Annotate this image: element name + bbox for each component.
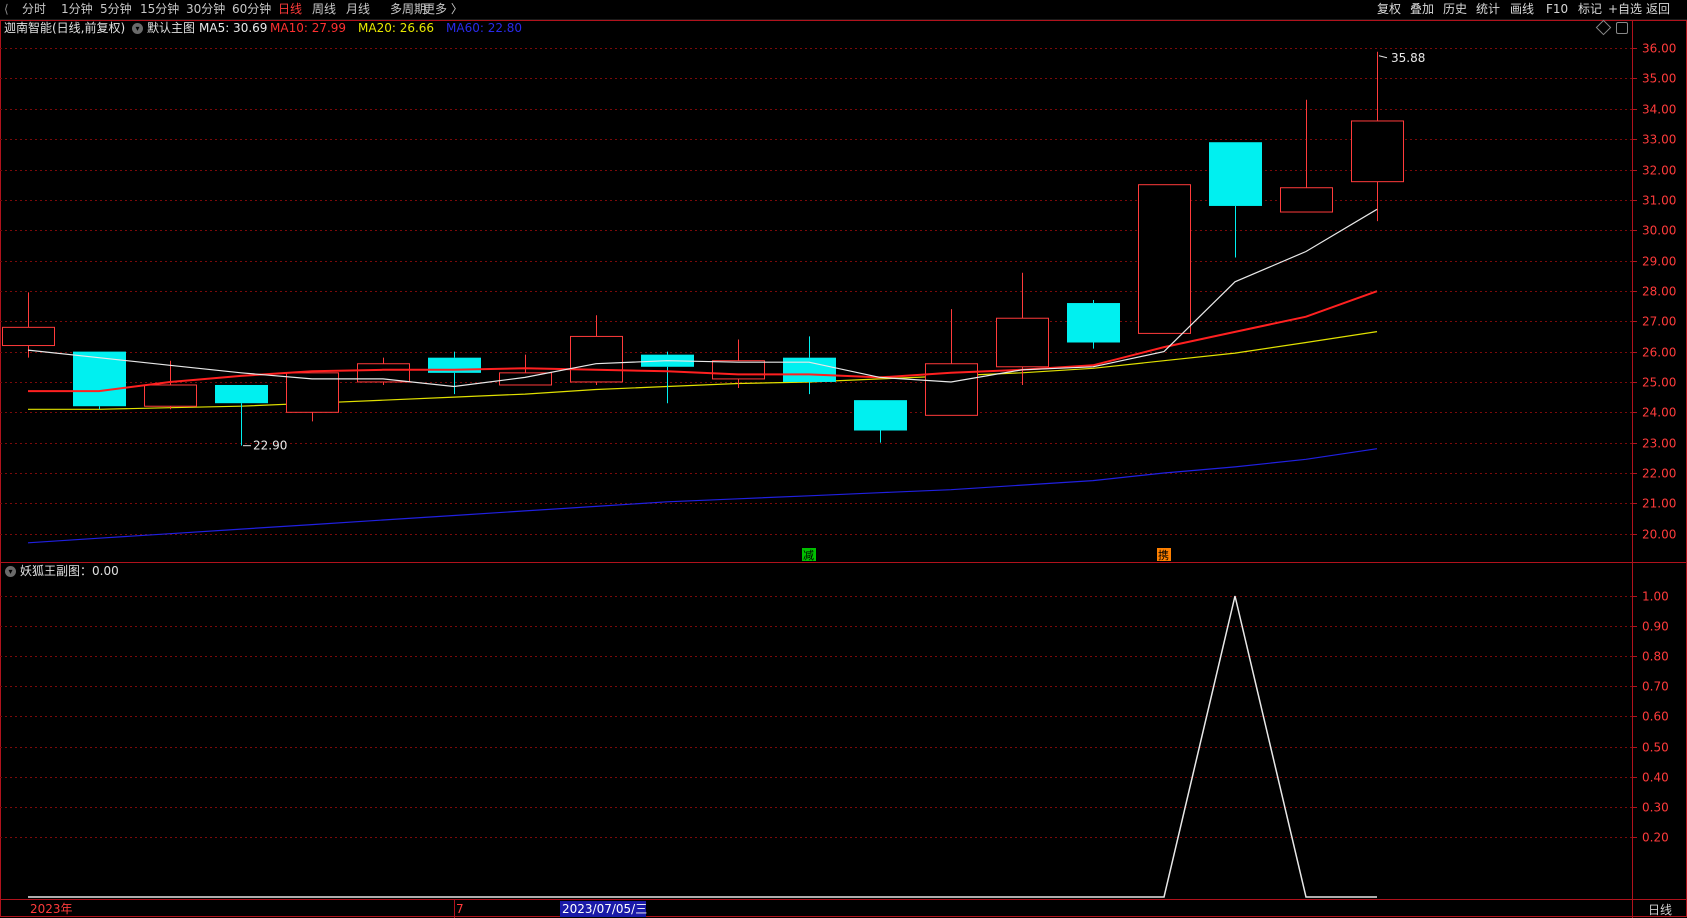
stock-name-label: 迦南智能(日线,前复权) [4, 21, 126, 35]
price-tick-label: 28.00 [1642, 285, 1676, 299]
cursor-date-label: 2023/07/05/三 [562, 902, 647, 916]
candle-body [2, 326, 55, 347]
price-tick-label: 31.00 [1642, 194, 1676, 208]
candle-body [1138, 184, 1191, 334]
sub-tick-label: 0.70 [1642, 680, 1669, 694]
candle-body [144, 384, 197, 407]
price-tick-label: 20.00 [1642, 528, 1676, 542]
ma5-label: MA5: 30.69 [199, 21, 268, 35]
candle-body [712, 360, 765, 380]
ma20-label: MA20: 26.66 [358, 21, 435, 35]
time-axis-year-label: 2023年 [30, 902, 73, 916]
sub-tick-label: 0.80 [1642, 650, 1669, 664]
candle-body [570, 335, 623, 383]
price-tick-label: 32.00 [1642, 164, 1676, 178]
period-label: 日线 [1648, 903, 1672, 917]
sub-tick-label: 0.60 [1642, 710, 1669, 724]
price-tick-label: 33.00 [1642, 133, 1676, 147]
sub-indicator-label: 妖狐王副图：0.00 [20, 564, 119, 578]
sub-tick-label: 0.50 [1642, 741, 1669, 755]
price-tick-label: 27.00 [1642, 315, 1676, 329]
price-tick-label: 23.00 [1642, 437, 1676, 451]
stock-chart: 36.00 35.00 34.00 33.00 32.00 31.00 30.00 29.00… [0, 20, 1687, 918]
price-tick-label: 30.00 [1642, 224, 1676, 238]
high-price-label: 35.88 [1391, 51, 1425, 65]
low-price-label: 22.90 [253, 439, 287, 453]
candle-body [499, 372, 552, 386]
chart-frame [0, 20, 1687, 917]
template-chevron-icon[interactable]: ▾ [132, 23, 143, 34]
candle-body [996, 317, 1049, 368]
sub-tick-label: 0.90 [1642, 620, 1669, 634]
sub-chevron-icon[interactable]: ▾ [5, 566, 16, 577]
window-toggle-icon[interactable] [1616, 22, 1628, 34]
price-tick-label: 21.00 [1642, 497, 1676, 511]
price-tick-label: 22.00 [1642, 467, 1676, 481]
template-label[interactable]: 默认主图 [147, 21, 195, 36]
sub-indicator-line [28, 595, 1377, 898]
ma60-line [27, 448, 1378, 544]
high-pointer [1378, 55, 1388, 59]
price-tick-label: 26.00 [1642, 346, 1676, 360]
candle-body [1280, 187, 1333, 213]
candle-body [1209, 142, 1262, 206]
candle-body [854, 400, 907, 431]
price-tick-label: 35.00 [1642, 72, 1676, 86]
sub-tick-label: 0.20 [1642, 831, 1669, 845]
sub-tick-label: 0.40 [1642, 771, 1669, 785]
candle-body [1067, 303, 1120, 343]
ma10-label: MA10: 27.99 [270, 21, 347, 35]
signal-label: 减 [803, 549, 814, 562]
price-tick-label: 36.00 [1642, 42, 1676, 56]
candle-body [783, 357, 836, 382]
candle-body [215, 384, 268, 404]
price-tick-label: 25.00 [1642, 376, 1676, 390]
sub-tick-label: 1.00 [1642, 590, 1669, 604]
sub-tick-label: 0.30 [1642, 801, 1669, 815]
price-tick-label: 29.00 [1642, 255, 1676, 269]
price-tick-label: 24.00 [1642, 406, 1676, 420]
ma60-label: MA60: 22.80 [446, 21, 523, 35]
price-tick-label: 34.00 [1642, 103, 1676, 117]
time-axis-month-label: 7 [456, 902, 464, 916]
signal-label: 携 [1158, 548, 1169, 562]
candle-body [1351, 120, 1404, 183]
